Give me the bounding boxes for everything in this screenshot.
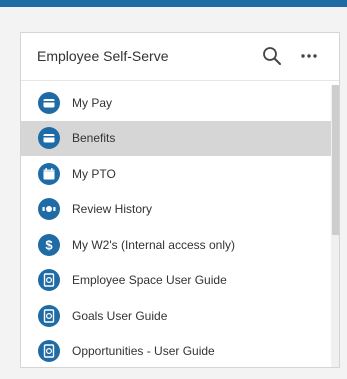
guide-icon: [38, 304, 60, 327]
svg-text:$: $: [45, 237, 53, 252]
list-item-review-history[interactable]: Review History: [21, 192, 331, 228]
list-item-opportunities-guide[interactable]: Opportunities - User Guide: [21, 334, 331, 368]
scrollbar-thumb[interactable]: [332, 85, 339, 235]
dollar-icon: $: [38, 233, 60, 256]
more-options-icon[interactable]: [297, 45, 321, 67]
wallet-icon: [38, 91, 60, 114]
wallet-icon: [38, 127, 60, 150]
calendar-icon: [38, 162, 60, 185]
list-item-label: Review History: [72, 202, 153, 217]
list-scrollbar[interactable]: [331, 85, 339, 367]
widget-title: Employee Self-Serve: [37, 48, 169, 64]
self-serve-list: My Pay Benefits My PTO Review History $ …: [21, 85, 331, 368]
list-item-my-pay[interactable]: My Pay: [21, 85, 331, 121]
list-item-my-w2s[interactable]: $ My W2's (Internal access only): [21, 227, 331, 263]
guide-icon: [38, 340, 60, 363]
search-icon[interactable]: [261, 45, 283, 67]
list-item-goals-guide[interactable]: Goals User Guide: [21, 298, 331, 334]
employee-self-serve-widget: Employee Self-Serve My Pay Benefits My P…: [20, 32, 340, 368]
list-item-my-pto[interactable]: My PTO: [21, 156, 331, 192]
list-item-label: Employee Space User Guide: [72, 273, 227, 288]
feedback-icon: [38, 198, 60, 221]
list-item-label: My PTO: [72, 166, 116, 181]
list-item-employee-space-guide[interactable]: Employee Space User Guide: [21, 263, 331, 299]
top-accent-bar: [0, 0, 347, 7]
list-item-benefits[interactable]: Benefits: [21, 120, 331, 156]
list-item-label: My W2's (Internal access only): [72, 237, 236, 252]
list-item-label: My Pay: [72, 95, 113, 110]
guide-icon: [38, 269, 60, 292]
list-item-label: Benefits: [72, 131, 116, 146]
widget-header: Employee Self-Serve: [21, 33, 339, 81]
list-item-label: Opportunities - User Guide: [72, 344, 215, 359]
list-item-label: Goals User Guide: [72, 308, 168, 323]
